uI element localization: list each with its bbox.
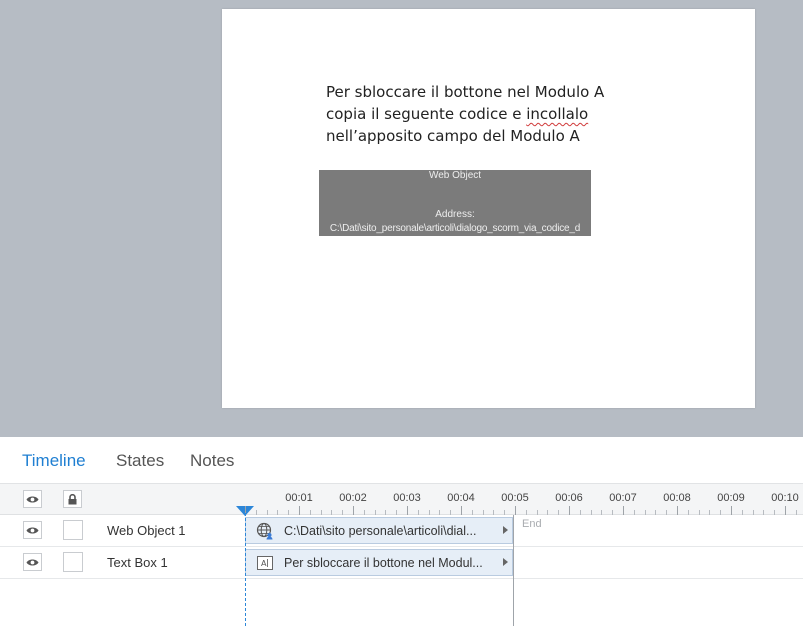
- ruler-label: 00:04: [447, 492, 475, 504]
- web-object-address-label: Address:: [435, 209, 475, 220]
- ruler-label: 00:09: [717, 492, 745, 504]
- ruler-tick: [353, 506, 354, 515]
- slide-text-line-2: copia il seguente codice e incollalo: [326, 103, 626, 125]
- timeline-panel: Timeline States Notes 00:01 00:02 00:03 00:…: [0, 437, 803, 626]
- tab-timeline[interactable]: Timeline: [22, 451, 86, 471]
- slide-canvas[interactable]: Per sbloccare il bottone nel Modulo A co…: [222, 9, 755, 408]
- spellcheck-word: incollalo: [526, 105, 589, 123]
- panel-tabs: Timeline States Notes: [0, 437, 803, 483]
- ruler-label: 00:02: [339, 492, 367, 504]
- ruler-tick: [623, 506, 624, 515]
- eye-icon: [26, 496, 39, 502]
- ruler-tick: [785, 506, 786, 515]
- eye-icon: [26, 527, 39, 533]
- ruler-label: 00:03: [393, 492, 421, 504]
- lock-all-toggle[interactable]: [63, 490, 82, 508]
- ruler-tick: [731, 506, 732, 515]
- ruler-tick: [407, 506, 408, 515]
- slide-text-line-1: Per sbloccare il bottone nel Modulo A: [326, 83, 605, 101]
- text-box-icon: A: [255, 553, 275, 573]
- playhead-line: [245, 513, 246, 626]
- web-object-address: C:\Dati\sito_personale\articoli\dialogo_…: [329, 223, 581, 234]
- row-lock-toggle[interactable]: [63, 552, 83, 572]
- ruler-tick: [569, 506, 570, 515]
- eye-icon: [26, 559, 39, 565]
- tab-states[interactable]: States: [116, 451, 164, 471]
- ruler-tick: [461, 506, 462, 515]
- timeline-bar-text-box[interactable]: A Per sbloccare il bottone nel Modul...: [245, 549, 513, 576]
- web-object-title: Web Object: [428, 170, 482, 181]
- ruler-label: 00:01: [285, 492, 313, 504]
- slide-text-line-3: nell’apposito campo del Modulo A: [326, 127, 580, 145]
- ruler-label: 00:07: [609, 492, 637, 504]
- timeline-bar-label: C:\Dati\sito personale\articoli\dial...: [284, 523, 477, 538]
- ruler-tick: [299, 506, 300, 515]
- row-visibility-toggle[interactable]: [23, 521, 42, 539]
- ruler-label: 00:06: [555, 492, 583, 504]
- row-name: Web Object 1: [107, 523, 186, 538]
- ruler-label: 00:10: [771, 492, 799, 504]
- web-object-icon: [255, 521, 275, 541]
- timeline-row-text-box[interactable]: Text Box 1 A Per sbloccare il bottone ne…: [0, 547, 803, 579]
- timeline-bar-label: Per sbloccare il bottone nel Modul...: [284, 555, 483, 570]
- row-lock-toggle[interactable]: [63, 520, 83, 540]
- lock-icon: [68, 493, 77, 504]
- row-visibility-toggle[interactable]: [23, 553, 42, 571]
- timeline-row-web-object[interactable]: Web Object 1 C:\Dati\sito personale\arti…: [0, 515, 803, 547]
- stage-area: Per sbloccare il bottone nel Modulo A co…: [0, 0, 803, 437]
- timeline-bar-web-object[interactable]: C:\Dati\sito personale\articoli\dial...: [245, 517, 513, 544]
- timeline-end-label: End: [522, 518, 542, 530]
- ruler-label: 00:05: [501, 492, 529, 504]
- ruler-label: 00:08: [663, 492, 691, 504]
- expand-arrow-icon[interactable]: [503, 526, 508, 534]
- svg-text:A: A: [261, 559, 267, 568]
- slide-text-box[interactable]: Per sbloccare il bottone nel Modulo A co…: [326, 81, 626, 147]
- timeline-end-marker[interactable]: [513, 515, 514, 626]
- expand-arrow-icon[interactable]: [503, 558, 508, 566]
- show-all-toggle[interactable]: [23, 490, 42, 508]
- web-object-placeholder[interactable]: Web Object Address: C:\Dati\sito_persona…: [319, 170, 591, 236]
- ruler-tick: [515, 506, 516, 515]
- time-ruler[interactable]: 00:01 00:02 00:03 00:04 00:05 00:06 00:07 00:08…: [236, 484, 803, 516]
- tab-notes[interactable]: Notes: [190, 451, 234, 471]
- row-name: Text Box 1: [107, 555, 168, 570]
- slide-text-line-2-start: copia il seguente codice e: [326, 105, 527, 123]
- timeline-rows: Web Object 1 C:\Dati\sito personale\arti…: [0, 515, 803, 626]
- ruler-tick: [677, 506, 678, 515]
- timeline-header: 00:01 00:02 00:03 00:04 00:05 00:06 00:07 00:08…: [0, 483, 803, 516]
